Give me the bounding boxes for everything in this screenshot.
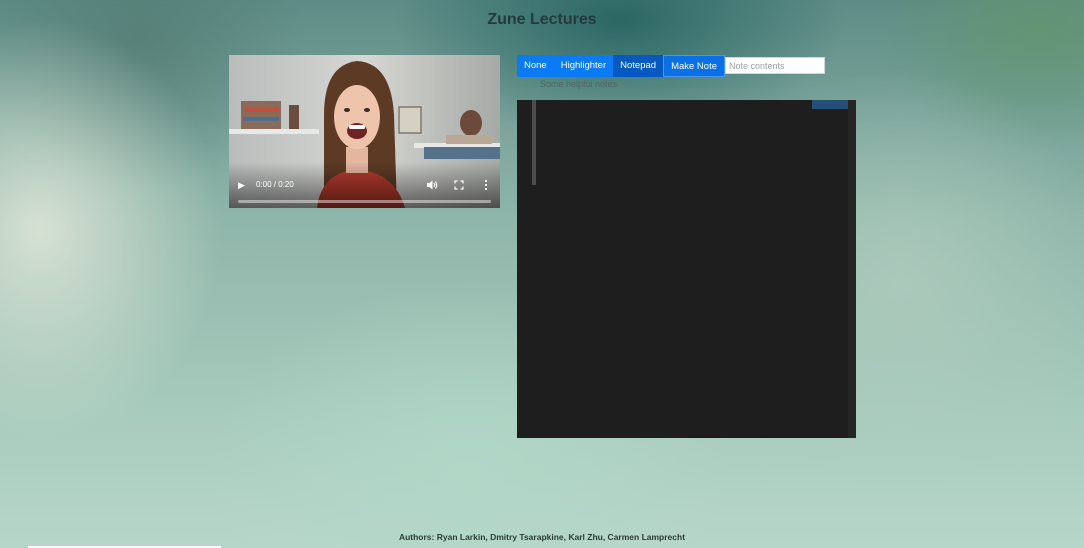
- notepad-editor[interactable]: [517, 100, 856, 438]
- video-controls: ▶ 0:00 / 0:20: [229, 162, 500, 208]
- note-contents-input[interactable]: [725, 57, 825, 74]
- annotation-toolbar: None Highlighter Notepad Make Note: [517, 55, 825, 77]
- mode-none-button[interactable]: None: [517, 55, 554, 77]
- more-options-icon[interactable]: [483, 179, 489, 191]
- video-progress-bar[interactable]: [238, 200, 491, 203]
- play-icon[interactable]: ▶: [238, 179, 248, 191]
- editor-scrollbar[interactable]: [848, 100, 856, 438]
- page-title: Zune Lectures: [487, 11, 597, 28]
- lecture-video-player[interactable]: ▶ 0:00 / 0:20: [229, 55, 500, 208]
- make-note-button[interactable]: Make Note: [663, 55, 725, 77]
- helpful-notes-label: Some helpful notes: [540, 79, 618, 89]
- fullscreen-icon[interactable]: [454, 180, 464, 190]
- mode-highlighter-button[interactable]: Highlighter: [553, 55, 614, 77]
- footer-credits: Authors: Ryan Larkin, Dmitry Tsarapkine,…: [398, 532, 686, 542]
- volume-icon[interactable]: [426, 179, 438, 191]
- editor-cursor-line: [532, 100, 536, 185]
- editor-minimap-slider[interactable]: [812, 100, 848, 109]
- mode-notepad-button[interactable]: Notepad: [613, 55, 664, 77]
- video-time-display: 0:00 / 0:20: [256, 180, 294, 189]
